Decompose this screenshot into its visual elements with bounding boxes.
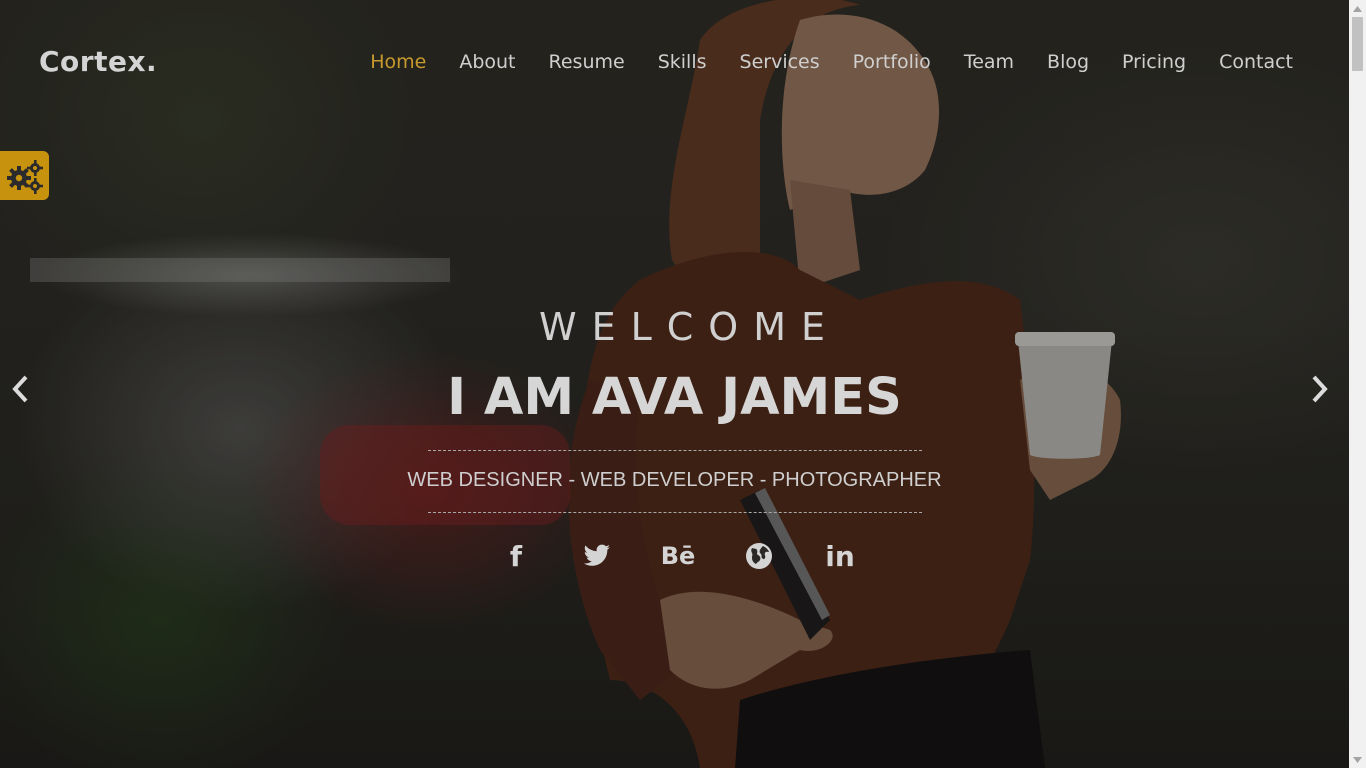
scroll-down-arrow[interactable]: [1349, 751, 1366, 768]
behance-icon: Bē: [660, 542, 696, 570]
behance-link[interactable]: Bē: [660, 538, 696, 574]
nav-item-services[interactable]: Services: [740, 51, 820, 73]
main-nav: Home About Resume Skills Services Portfo…: [337, 51, 1293, 73]
hero-tagline: WEB DESIGNER - WEB DEVELOPER - PHOTOGRAP…: [407, 469, 942, 491]
nav-item-portfolio[interactable]: Portfolio: [853, 51, 931, 73]
nav-item-home[interactable]: Home: [370, 51, 426, 73]
nav-item-contact[interactable]: Contact: [1219, 51, 1293, 73]
nav-item-blog[interactable]: Blog: [1047, 51, 1089, 73]
facebook-link[interactable]: f: [498, 538, 534, 574]
scrollbar-thumb[interactable]: [1352, 17, 1363, 71]
hero-divider-bottom: [428, 512, 922, 513]
vertical-scrollbar[interactable]: [1349, 0, 1366, 768]
page: Cortex. Home About Resume Skills Service…: [0, 0, 1349, 768]
nav-item-team[interactable]: Team: [964, 51, 1014, 73]
nav-item-skills[interactable]: Skills: [658, 51, 707, 73]
settings-toggle-button[interactable]: [0, 151, 49, 200]
globe-icon: [746, 543, 772, 569]
hero-divider-top: [428, 450, 922, 451]
twitter-link[interactable]: [579, 538, 615, 574]
nav-item-pricing[interactable]: Pricing: [1122, 51, 1186, 73]
hero-name-heading: I AM AVA JAMES: [447, 368, 902, 427]
globe-link[interactable]: [741, 538, 777, 574]
triangle-up-icon: [1353, 5, 1362, 12]
nav-item-resume[interactable]: Resume: [549, 51, 625, 73]
hero-welcome-text: WELCOME: [539, 305, 840, 349]
brand-logo[interactable]: Cortex.: [39, 45, 157, 78]
social-links: f Bē in: [498, 537, 858, 575]
gears-icon: [6, 159, 43, 194]
linkedin-icon: in: [825, 539, 855, 573]
facebook-icon: f: [509, 539, 523, 573]
twitter-icon: [583, 544, 610, 566]
nav-item-about[interactable]: About: [459, 51, 515, 73]
scroll-up-arrow[interactable]: [1349, 0, 1366, 17]
triangle-down-icon: [1353, 756, 1362, 763]
linkedin-link[interactable]: in: [822, 538, 858, 574]
